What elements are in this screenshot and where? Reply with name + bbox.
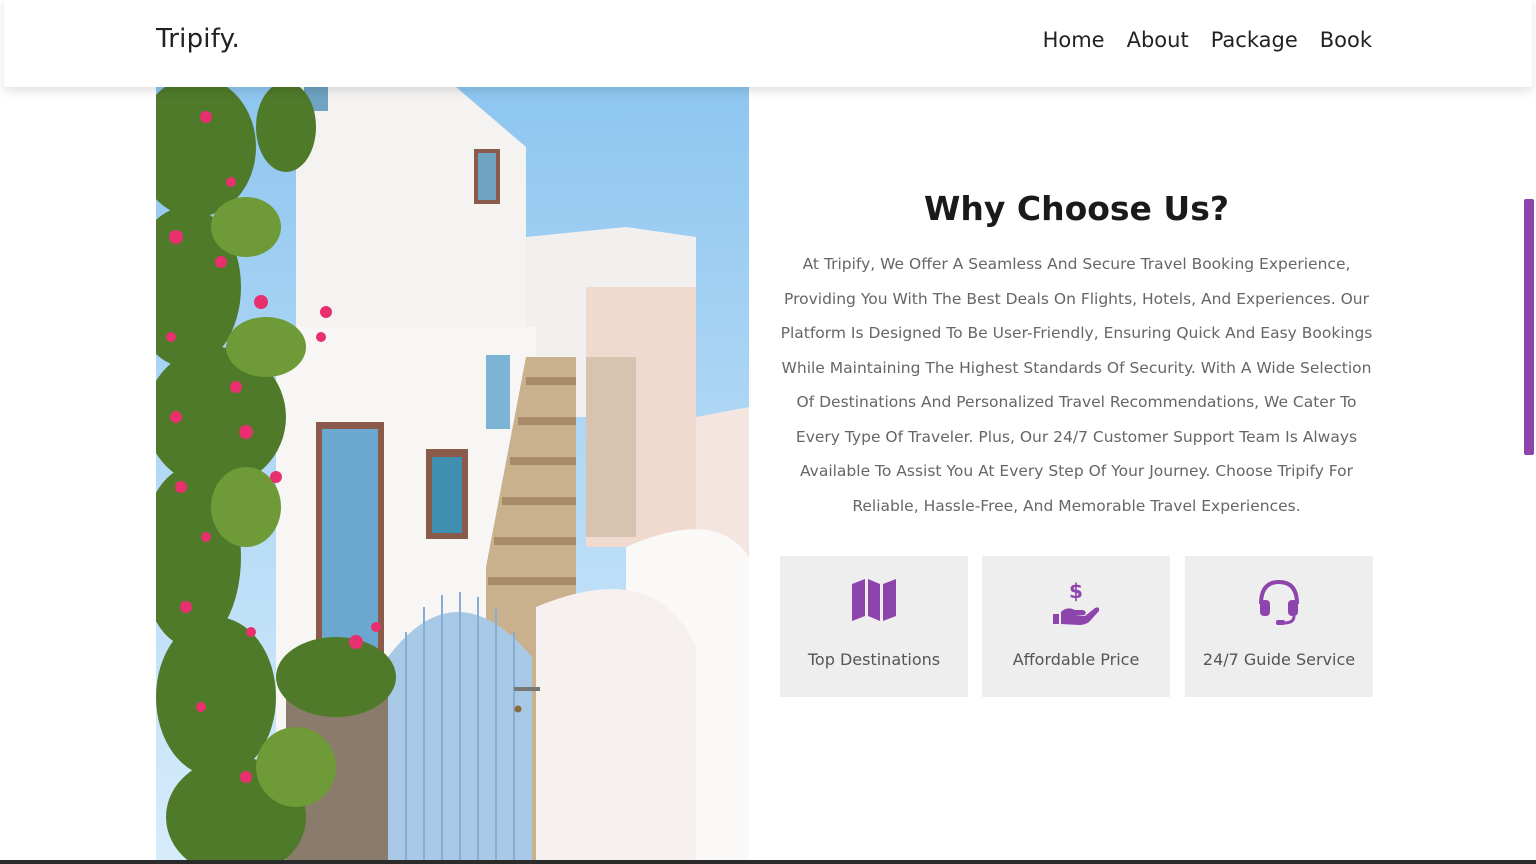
headset-icon bbox=[1185, 578, 1373, 626]
feature-card-top-destinations[interactable]: Top Destinations bbox=[780, 556, 968, 697]
feature-card-guide-service[interactable]: 24/7 Guide Service bbox=[1185, 556, 1373, 697]
hand-dollar-icon: $ bbox=[982, 578, 1170, 626]
brand-logo[interactable]: Tripify. bbox=[156, 24, 240, 54]
svg-text:$: $ bbox=[1069, 579, 1083, 603]
feature-label: Affordable Price bbox=[1012, 650, 1140, 669]
section-description: At Tripify, We Offer A Seamless And Secu… bbox=[780, 255, 1373, 515]
section-title: Why Choose Us? bbox=[923, 189, 1230, 228]
scrollbar-thumb[interactable] bbox=[1524, 199, 1534, 455]
nav-about[interactable]: About bbox=[1127, 28, 1189, 52]
main-nav: Home About Package Book bbox=[1043, 28, 1372, 52]
nav-package[interactable]: Package bbox=[1211, 28, 1298, 52]
page-edge bbox=[0, 0, 4, 864]
nav-home[interactable]: Home bbox=[1043, 28, 1105, 52]
feature-label: 24/7 Guide Service bbox=[1202, 650, 1356, 669]
nav-book[interactable]: Book bbox=[1320, 28, 1372, 52]
map-icon bbox=[780, 578, 968, 626]
site-header: Tripify. Home About Package Book bbox=[4, 0, 1532, 87]
feature-label: Top Destinations bbox=[807, 650, 941, 669]
santorini-photo bbox=[156, 87, 749, 860]
bottom-border bbox=[0, 860, 1536, 864]
feature-cards: Top Destinations $ Affordable Price 24/7… bbox=[780, 556, 1373, 697]
feature-card-affordable-price[interactable]: $ Affordable Price bbox=[982, 556, 1170, 697]
